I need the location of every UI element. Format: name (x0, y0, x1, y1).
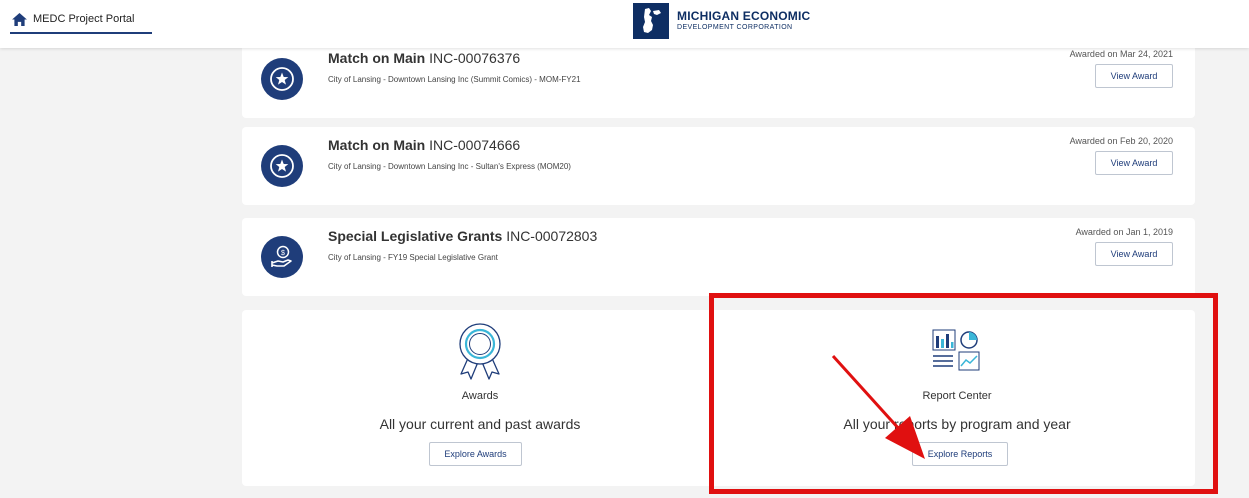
report-charts-icon (927, 322, 987, 385)
logo-line2: DEVELOPMENT CORPORATION (677, 24, 793, 31)
award-subtitle: City of Lansing - FY19 Special Legislati… (328, 253, 498, 262)
award-title: Special Legislative Grants INC-00072803 (328, 228, 597, 244)
explore-panel: Awards All your current and past awards … (242, 310, 1195, 486)
award-card: $ Special Legislative Grants INC-0007280… (242, 218, 1195, 296)
award-date: Awarded on Mar 24, 2021 (1069, 49, 1173, 59)
view-award-button[interactable]: View Award (1095, 242, 1173, 266)
hand-money-icon: $ (261, 236, 303, 278)
report-center-section: Report Center All your reports by progra… (719, 310, 1195, 486)
awards-description: All your current and past awards (379, 416, 581, 432)
ribbon-icon (455, 322, 505, 387)
award-title: Match on Main INC-00074666 (328, 137, 520, 153)
home-icon (12, 12, 27, 26)
report-center-label: Report Center (922, 390, 992, 402)
award-id: INC-00072803 (506, 228, 598, 244)
award-program: Match on Main (328, 50, 426, 66)
logo-line1: MICHIGAN ECONOMIC (677, 9, 811, 23)
award-subtitle: City of Lansing - Downtown Lansing Inc -… (328, 162, 571, 171)
award-title: Match on Main INC-00076376 (328, 50, 520, 66)
explore-reports-button[interactable]: Explore Reports (912, 442, 1008, 466)
award-card: Match on Main INC-00074666 City of Lansi… (242, 127, 1195, 205)
award-card: Match on Main INC-00076376 City of Lansi… (242, 40, 1195, 118)
award-subtitle: City of Lansing - Downtown Lansing Inc (… (328, 75, 581, 84)
view-award-button[interactable]: View Award (1095, 64, 1173, 88)
explore-awards-button[interactable]: Explore Awards (429, 442, 522, 466)
star-icon (261, 58, 303, 100)
star-icon (261, 145, 303, 187)
home-link-label: MEDC Project Portal (33, 13, 135, 25)
reports-description: All your reports by program and year (843, 416, 1071, 432)
michigan-map-icon (633, 3, 669, 39)
home-link[interactable]: MEDC Project Portal (10, 10, 153, 34)
award-program: Match on Main (328, 137, 426, 153)
award-program: Special Legislative Grants (328, 228, 503, 244)
award-id: INC-00074666 (429, 137, 521, 153)
medc-logo[interactable]: MICHIGAN ECONOMIC DEVELOPMENT CORPORATIO… (633, 2, 810, 40)
award-date: Awarded on Jan 1, 2019 (1075, 227, 1173, 237)
view-award-button[interactable]: View Award (1095, 151, 1173, 175)
award-id: INC-00076376 (429, 50, 521, 66)
awards-label: Awards (461, 390, 499, 402)
awards-section: Awards All your current and past awards … (242, 310, 718, 486)
award-date: Awarded on Feb 20, 2020 (1069, 136, 1173, 146)
top-bar: MEDC Project Portal MICHIGAN ECONOMIC DE… (0, 0, 1249, 48)
svg-text:$: $ (281, 250, 285, 257)
